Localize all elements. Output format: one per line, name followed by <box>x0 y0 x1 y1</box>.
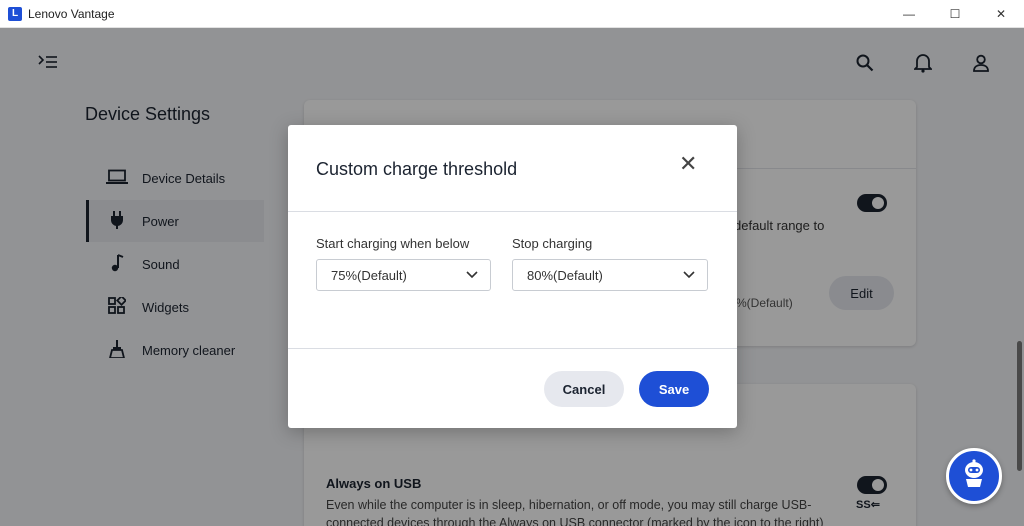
window-controls: — ☐ ✕ <box>886 0 1024 28</box>
window-title: Lenovo Vantage <box>28 6 115 21</box>
maximize-button[interactable]: ☐ <box>932 0 978 28</box>
close-icon[interactable]: ✕ <box>679 153 697 175</box>
stop-charging-label: Stop charging <box>512 236 593 251</box>
start-charging-value: 75%(Default) <box>331 267 407 283</box>
close-window-button[interactable]: ✕ <box>978 0 1024 28</box>
dialog-header-divider <box>288 211 737 212</box>
virtual-assistant-button[interactable] <box>946 448 1002 504</box>
save-button[interactable]: Save <box>639 371 709 407</box>
start-charging-select[interactable]: 75%(Default) <box>316 259 491 291</box>
dialog-title: Custom charge threshold <box>316 159 518 179</box>
stop-charging-value: 80%(Default) <box>527 267 603 283</box>
start-charging-label: Start charging when below <box>316 236 470 251</box>
custom-charge-threshold-dialog: Custom charge threshold ✕ Start charging… <box>288 125 737 428</box>
app-logo-icon: L <box>8 6 22 21</box>
title-bar: L Lenovo Vantage — ☐ ✕ <box>0 0 1024 28</box>
chevron-down-icon <box>681 266 697 282</box>
stop-charging-select[interactable]: 80%(Default) <box>512 259 708 291</box>
dialog-footer-divider <box>288 348 737 349</box>
robot-icon <box>960 458 988 494</box>
minimize-button[interactable]: — <box>886 0 932 28</box>
cancel-button[interactable]: Cancel <box>544 371 624 407</box>
chevron-down-icon <box>464 266 480 282</box>
